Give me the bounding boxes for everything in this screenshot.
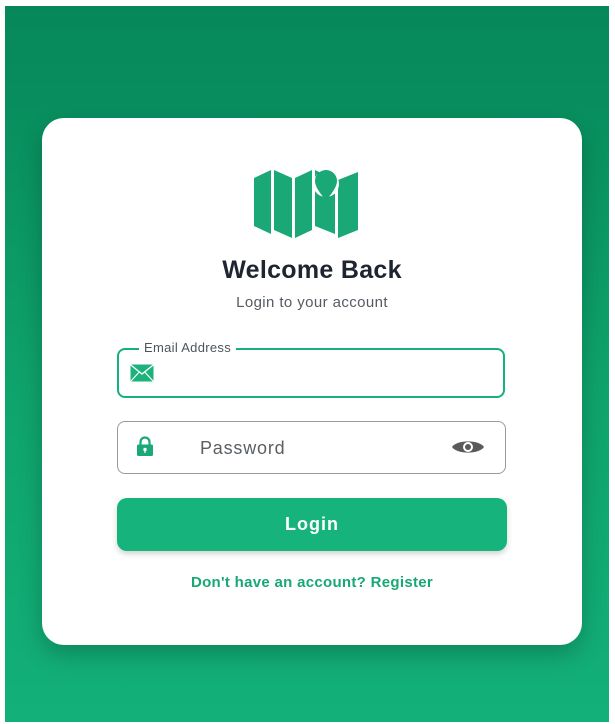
map-pin-logo-icon [254,170,358,238]
page-title: Welcome Back [222,256,402,284]
eye-icon[interactable] [450,438,486,456]
lock-icon [137,436,153,456]
password-field[interactable] [117,421,506,474]
email-field[interactable]: Email Address [117,340,505,398]
register-link[interactable]: Don't have an account? Register [42,574,582,591]
login-screen: Welcome Back Login to your account Email… [5,6,609,722]
envelope-icon [130,364,154,382]
email-field-label: Email Address [139,340,236,356]
email-input[interactable] [167,358,491,390]
login-card: Welcome Back Login to your account Email… [42,118,582,645]
page-subtitle: Login to your account [236,294,388,311]
login-button[interactable]: Login [117,498,507,551]
password-input[interactable] [198,433,442,463]
